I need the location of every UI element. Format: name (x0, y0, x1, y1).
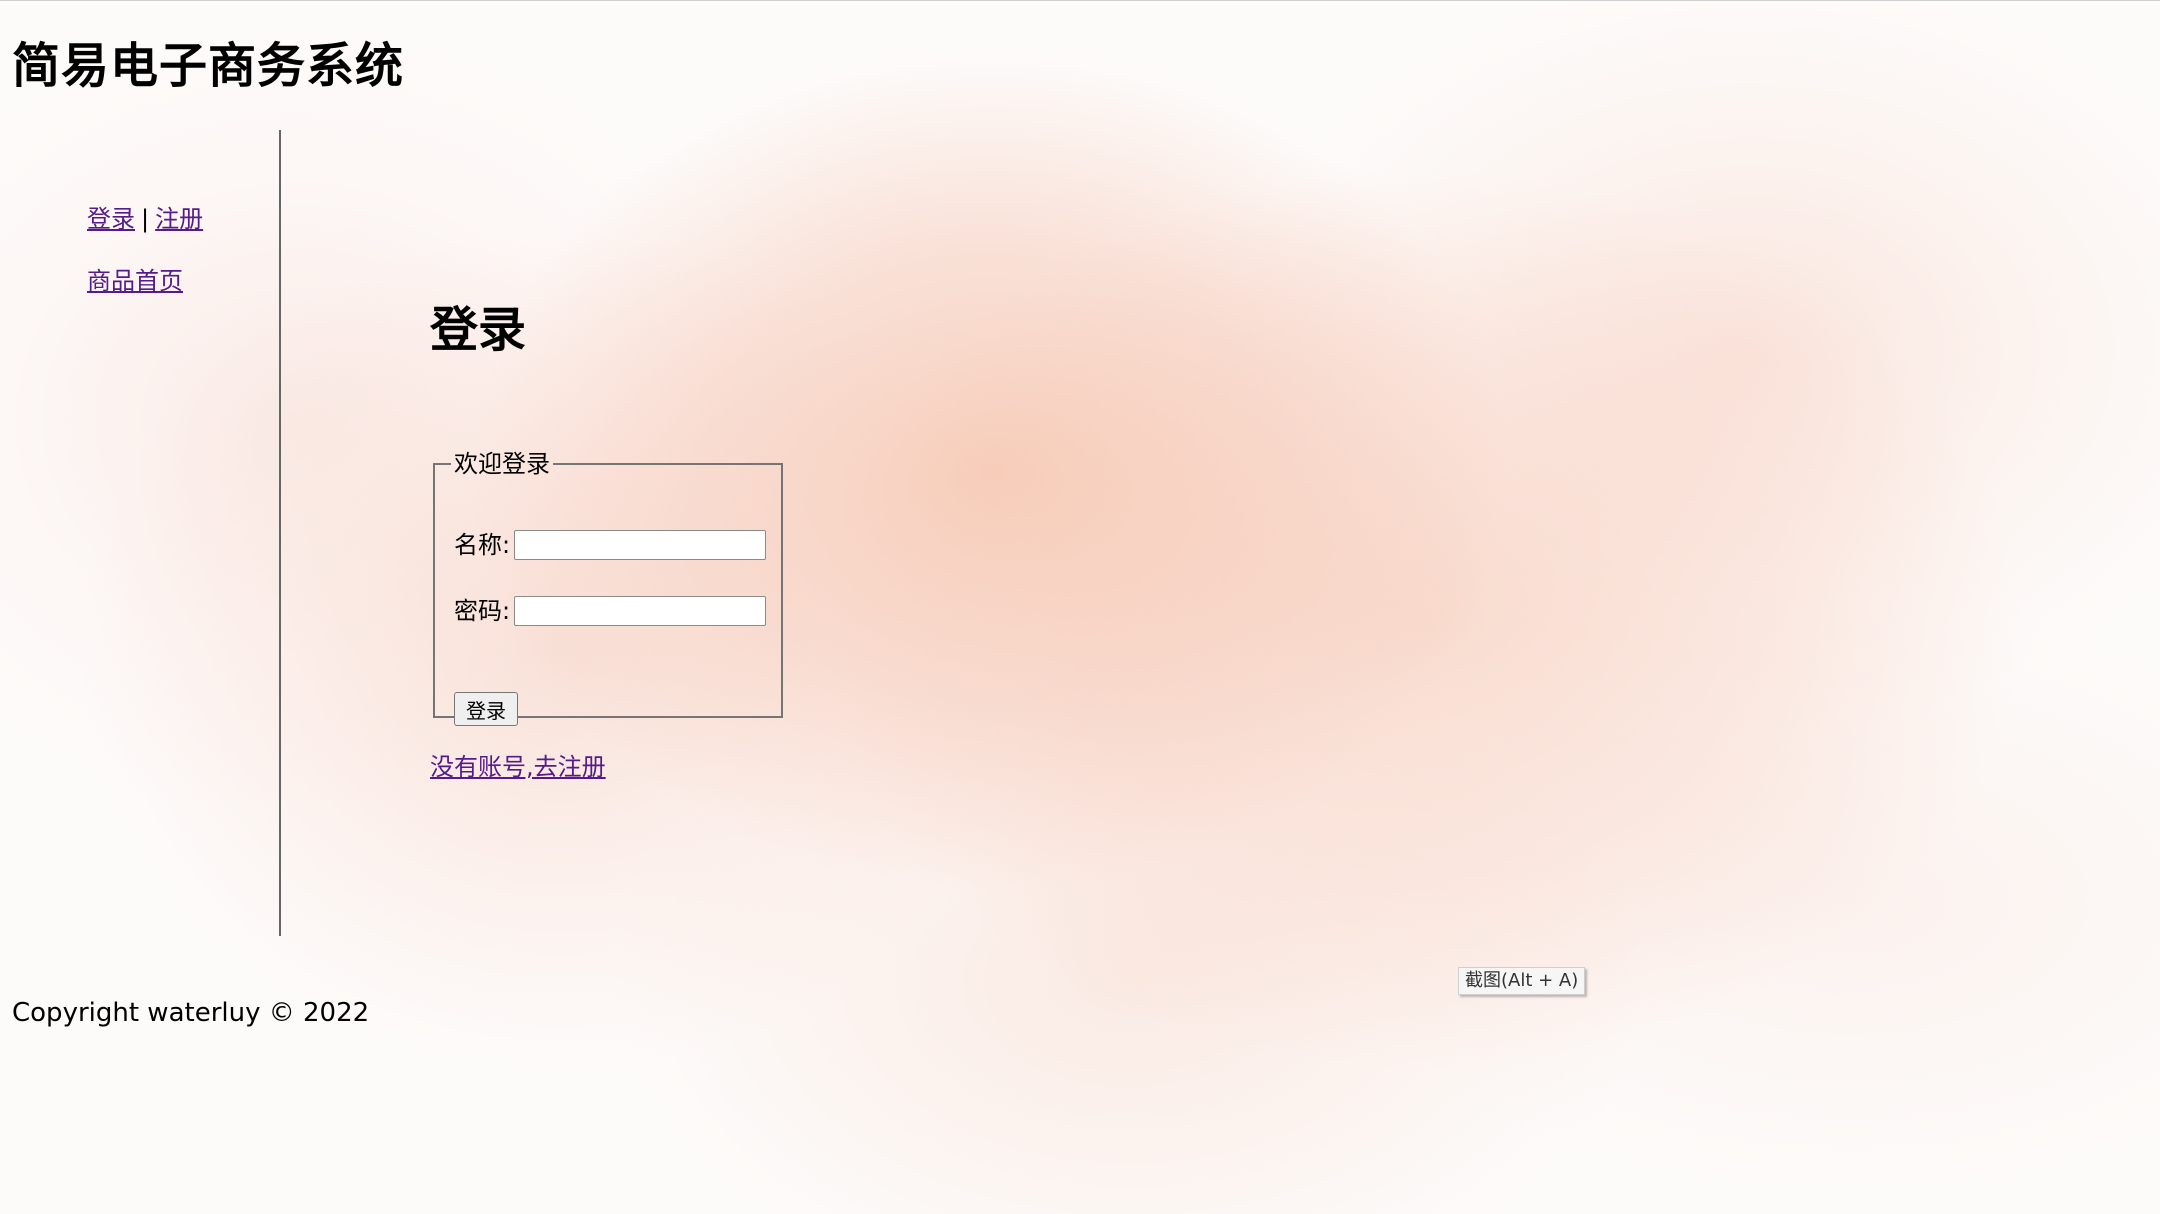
page-title: 登录 (430, 302, 527, 358)
link-separator: | (141, 205, 150, 233)
password-input[interactable] (514, 596, 767, 626)
home-nav: 商品首页 (87, 266, 183, 296)
site-title: 简易电子商务系统 (12, 38, 405, 94)
sidebar-home-link[interactable]: 商品首页 (87, 267, 183, 295)
top-divider (0, 0, 2160, 1)
screenshot-tooltip: 截图(Alt + A) (1458, 967, 1586, 995)
footer-copyright: Copyright waterluy © 2022 (12, 998, 370, 1028)
name-row: 名称: (454, 528, 767, 561)
watercolor-background (0, 0, 2160, 1214)
name-label: 名称: (454, 531, 511, 559)
password-label: 密码: (454, 597, 511, 625)
go-register-link[interactable]: 没有账号,去注册 (430, 752, 606, 782)
main-content: 登录 欢迎登录 名称: 密码: 登录 没有账号,去注册 (430, 300, 783, 781)
auth-links: 登录 | 注册 (87, 204, 203, 234)
login-form-legend: 欢迎登录 (454, 450, 550, 478)
sidebar-login-link[interactable]: 登录 (87, 205, 135, 233)
sidebar: 登录 | 注册 商品首页 (0, 130, 281, 936)
login-form: 欢迎登录 名称: 密码: 登录 (433, 450, 783, 726)
password-row: 密码: (454, 594, 767, 627)
login-button[interactable]: 登录 (454, 692, 518, 726)
name-input[interactable] (514, 530, 767, 560)
sidebar-register-link[interactable]: 注册 (155, 205, 203, 233)
